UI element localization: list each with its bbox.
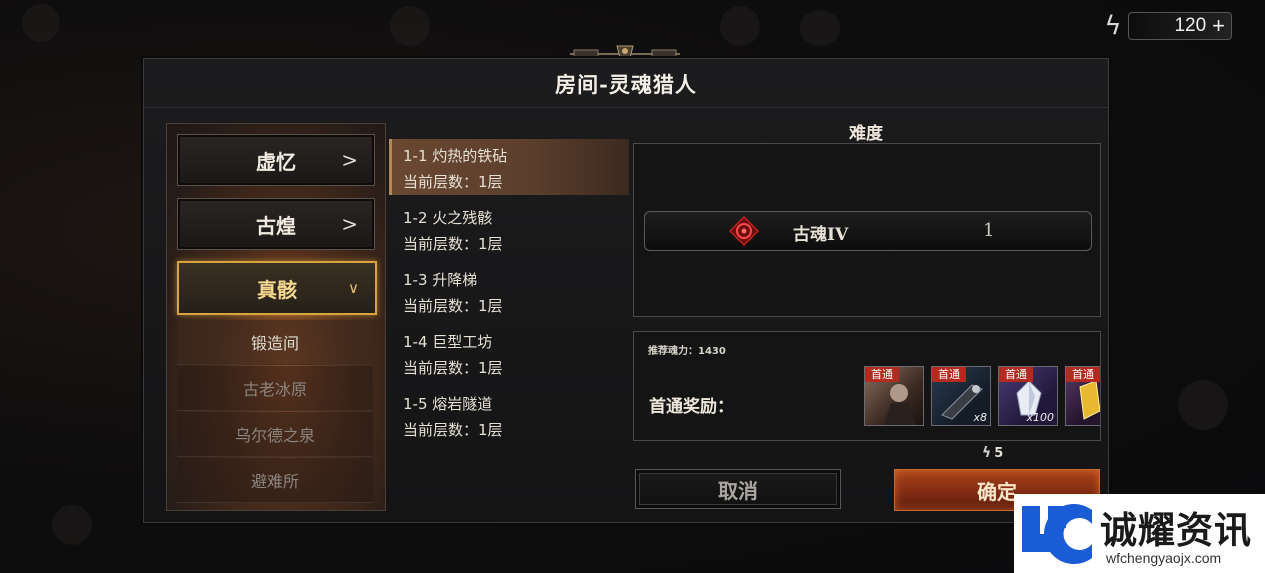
stage-name: 1-2 火之残骸 <box>403 209 493 227</box>
stage-item[interactable]: 1-5 熔岩隧道 当前层数：1层 <box>389 387 629 443</box>
stamina-pill: 120 + <box>1128 12 1232 40</box>
category-zhenhai-button[interactable]: 真骸 ∨ <box>177 261 377 315</box>
stage-item[interactable]: 1-4 巨型工坊 当前层数：1层 <box>389 325 629 381</box>
site-name: 诚耀资讯 <box>1100 509 1252 552</box>
reward-item[interactable]: 首通 x100 <box>998 366 1058 426</box>
site-url: wfchengyaojx.com <box>1106 550 1222 566</box>
chevron-down-icon: ∨ <box>348 279 359 297</box>
reward-item[interactable]: 首通 <box>864 366 924 426</box>
cost-value: 5 <box>994 446 1004 461</box>
stage-floor: 当前层数：1层 <box>403 297 503 315</box>
room-dialog: 房间-灵魂猎人 虚忆 > 古煌 > 真骸 ∨ 锻造间 古老冰原 乌尔德之泉 避难… <box>143 58 1109 523</box>
cancel-button[interactable]: 取消 <box>635 469 841 509</box>
difficulty-selector[interactable]: 古魂IV 1 <box>644 211 1092 251</box>
category-label: 真骸 <box>257 277 297 302</box>
stamina-cost: ϟ5 <box>982 445 1003 461</box>
first-clear-reward-label: 首通奖励： <box>649 397 734 417</box>
difficulty-level: 1 <box>983 220 995 241</box>
difficulty-heading: 难度 <box>849 124 883 144</box>
site-logo-icon <box>1022 504 1092 564</box>
sub-area-forge[interactable]: 锻造间 <box>177 320 373 365</box>
reward-item[interactable]: 首通 <box>1065 366 1100 426</box>
sub-area-ancient-icefield[interactable]: 古老冰原 <box>177 366 373 411</box>
category-guhuang-button[interactable]: 古煌 > <box>177 198 375 250</box>
stamina-counter: ϟ 120 + <box>1098 10 1232 42</box>
stage-item[interactable]: 1-3 升降梯 当前层数：1层 <box>389 263 629 319</box>
reward-panel: 推荐魂力：1430 首通奖励： 首通 首通 x8 首通 x100 首通 <box>633 331 1101 441</box>
category-xuyi-button[interactable]: 虚忆 > <box>177 134 375 186</box>
stage-floor: 当前层数：1层 <box>403 359 503 377</box>
chevron-right-icon: > <box>341 212 358 236</box>
stage-name: 1-3 升降梯 <box>403 271 478 289</box>
reward-quantity: x8 <box>973 411 987 424</box>
category-label: 虚忆 <box>256 149 296 174</box>
chevron-right-icon: > <box>341 148 358 172</box>
stage-floor: 当前层数：1层 <box>403 173 503 191</box>
difficulty-panel: 古魂IV 1 <box>633 143 1101 317</box>
add-stamina-button[interactable]: + <box>1212 13 1225 39</box>
sub-area-urd-spring[interactable]: 乌尔德之泉 <box>177 412 373 457</box>
stamina-value: 120 <box>1174 15 1207 36</box>
first-clear-tag: 首通 <box>865 367 899 382</box>
stage-floor: 当前层数：1层 <box>403 421 503 439</box>
title-divider <box>144 107 1108 108</box>
first-clear-tag: 首通 <box>932 367 966 382</box>
first-clear-tag: 首通 <box>1066 367 1100 382</box>
category-panel: 虚忆 > 古煌 > 真骸 ∨ 锻造间 古老冰原 乌尔德之泉 避难所 <box>166 123 386 511</box>
category-label: 古煌 <box>256 213 296 238</box>
sub-area-shelter[interactable]: 避难所 <box>177 458 373 503</box>
stage-floor: 当前层数：1层 <box>403 235 503 253</box>
soul-emblem-icon <box>729 216 759 246</box>
stage-item[interactable]: 1-1 灼热的铁砧 当前层数：1层 <box>389 139 629 195</box>
recommended-power: 推荐魂力：1430 <box>648 346 726 357</box>
lightning-icon: ϟ <box>1104 11 1122 41</box>
reward-quantity: x100 <box>1026 411 1054 424</box>
first-clear-tag: 首通 <box>999 367 1033 382</box>
site-watermark: 诚耀资讯 wfchengyaojx.com <box>1014 494 1265 573</box>
stage-name: 1-4 巨型工坊 <box>403 333 493 351</box>
lightning-icon: ϟ <box>982 445 992 461</box>
reward-item[interactable]: 首通 x8 <box>931 366 991 426</box>
stage-name: 1-1 灼热的铁砧 <box>403 147 508 165</box>
stage-name: 1-5 熔岩隧道 <box>403 395 493 413</box>
dialog-title: 房间-灵魂猎人 <box>555 72 697 97</box>
difficulty-name: 古魂IV <box>793 225 849 245</box>
stage-item[interactable]: 1-2 火之残骸 当前层数：1层 <box>389 201 629 257</box>
